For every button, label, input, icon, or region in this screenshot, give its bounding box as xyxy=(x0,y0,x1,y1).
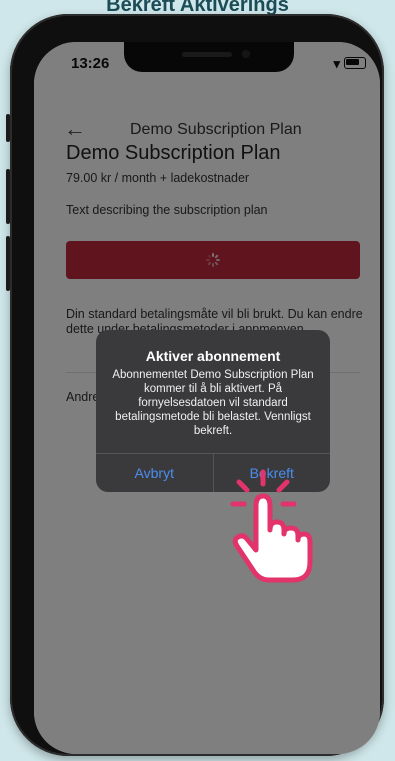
alert-message: Abonnementet Demo Subscription Plan komm… xyxy=(112,369,314,437)
mute-switch xyxy=(6,114,10,142)
tap-hand-icon xyxy=(230,469,313,583)
alert-title: Aktiver abonnement xyxy=(145,348,281,364)
top-caption: Bekreft Aktiverings xyxy=(106,0,289,14)
volume-down-button xyxy=(6,236,10,291)
phone-frame: 13:26 ▾ ← Demo Subscription Plan Demo Su… xyxy=(6,14,384,756)
volume-up-button xyxy=(6,169,10,224)
screen: 13:26 ▾ ← Demo Subscription Plan Demo Su… xyxy=(34,42,380,754)
cancel-button[interactable]: Avbryt xyxy=(96,454,213,492)
